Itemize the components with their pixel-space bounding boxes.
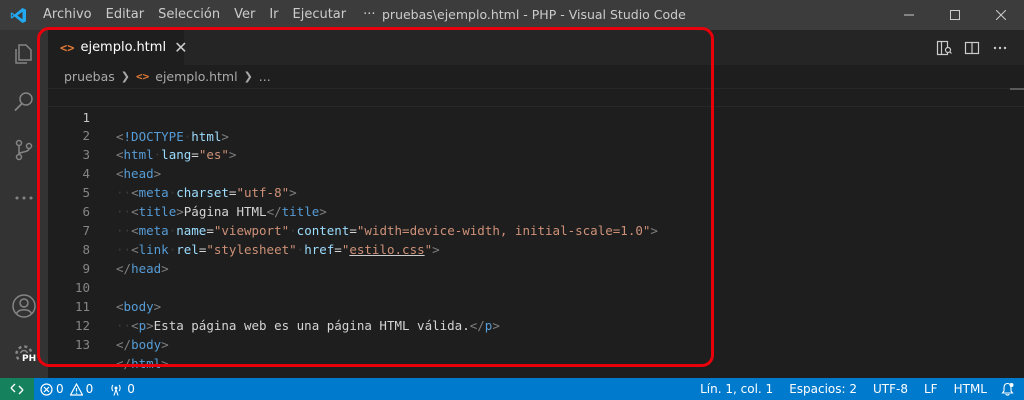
- menu-editar[interactable]: Editar: [99, 0, 152, 30]
- split-editor-icon: [964, 41, 980, 54]
- search-icon: [14, 92, 33, 112]
- problems-status[interactable]: 0 0: [34, 378, 99, 400]
- ports-count: 0: [127, 382, 135, 396]
- menu-seleccion[interactable]: Selección: [151, 0, 227, 30]
- close-icon: [996, 10, 1006, 20]
- ports-status[interactable]: 0: [103, 378, 141, 400]
- warning-icon: [69, 382, 83, 396]
- ellipsis-icon: [15, 196, 33, 200]
- bell-icon: [1001, 382, 1014, 396]
- error-icon: [40, 382, 53, 396]
- split-editor-button[interactable]: [958, 30, 986, 65]
- minimize-icon: [904, 14, 914, 16]
- maximize-icon: [950, 10, 960, 20]
- menu-bar: Archivo Editar Selección Ver Ir Ejecutar…: [36, 0, 386, 30]
- menu-more-button[interactable]: ···: [353, 0, 385, 30]
- window-title: pruebas\ejemplo.html - PHP - Visual Stud…: [382, 7, 686, 22]
- broadcast-icon: [111, 384, 121, 396]
- indentation-status[interactable]: Espacios: 2: [781, 378, 865, 400]
- open-preview-button[interactable]: [930, 30, 958, 65]
- editor-actions: [930, 30, 1014, 65]
- ellipsis-icon: [993, 46, 1007, 49]
- vscode-logo-icon: [0, 0, 36, 30]
- remote-button[interactable]: [0, 378, 34, 400]
- status-bar: 0 0 0 Lín. 1, col. 1 Espacios: 2 UTF-8 L…: [0, 378, 1024, 400]
- account-icon: [12, 294, 36, 318]
- warning-count: 0: [85, 382, 94, 396]
- maximize-button[interactable]: [932, 0, 978, 30]
- encoding-status[interactable]: UTF-8: [865, 378, 916, 400]
- menu-archivo[interactable]: Archivo: [36, 0, 99, 30]
- language-mode[interactable]: HTML: [946, 378, 995, 400]
- source-control-icon: [15, 139, 33, 161]
- notifications-button[interactable]: [995, 378, 1024, 400]
- menu-ejecutar[interactable]: Ejecutar: [286, 0, 354, 30]
- profile-badge: PH: [20, 353, 39, 365]
- open-preview-icon: [936, 40, 952, 55]
- more-actions-button[interactable]: [986, 30, 1014, 65]
- title-bar: Archivo Editar Selección Ver Ir Ejecutar…: [0, 0, 1024, 30]
- overview-ruler: [1010, 88, 1024, 90]
- remote-icon: [10, 383, 24, 395]
- menu-ir[interactable]: Ir: [262, 0, 285, 30]
- eol-status[interactable]: LF: [916, 378, 946, 400]
- minimize-button[interactable]: [886, 0, 932, 30]
- close-window-button[interactable]: [978, 0, 1024, 30]
- menu-ver[interactable]: Ver: [227, 0, 262, 30]
- error-count: 0: [56, 382, 64, 396]
- highlight-rectangle: [37, 27, 714, 367]
- files-icon: [15, 44, 32, 64]
- window-controls: [886, 0, 1024, 30]
- cursor-position[interactable]: Lín. 1, col. 1: [692, 378, 781, 400]
